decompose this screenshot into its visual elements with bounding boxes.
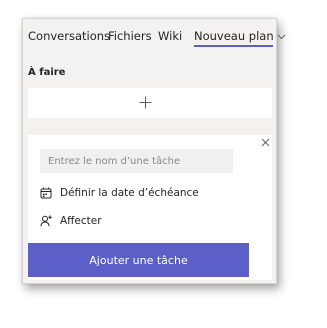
calendar-icon bbox=[40, 187, 52, 199]
task-name-input[interactable] bbox=[40, 149, 233, 173]
channel-tabs: Conversations Fichiers Wiki Nouveau plan bbox=[23, 19, 285, 47]
tab-new-plan[interactable]: Nouveau plan bbox=[194, 29, 286, 43]
tab-files[interactable]: Fichiers bbox=[108, 29, 152, 43]
add-task-submit-button[interactable]: Ajouter une tâche bbox=[28, 243, 249, 277]
tab-conversations[interactable]: Conversations bbox=[28, 29, 110, 43]
add-person-icon bbox=[40, 215, 52, 227]
assign-label: Affecter bbox=[60, 215, 102, 227]
close-icon[interactable] bbox=[261, 138, 270, 147]
set-due-date-label: Définir la date d’échéance bbox=[60, 187, 199, 199]
plus-icon bbox=[139, 96, 152, 109]
bucket-title: À faire bbox=[28, 67, 66, 78]
new-task-form: Définir la date d’échéance Affecter Ajou… bbox=[28, 135, 272, 280]
active-tab-indicator bbox=[194, 45, 273, 47]
set-due-date-button[interactable]: Définir la date d’échéance bbox=[40, 185, 199, 201]
planner-tab-window: Conversations Fichiers Wiki Nouveau plan… bbox=[22, 18, 285, 284]
assign-button[interactable]: Affecter bbox=[40, 213, 102, 229]
add-task-button[interactable] bbox=[28, 88, 272, 118]
tab-wiki[interactable]: Wiki bbox=[158, 29, 182, 43]
tab-new-plan-label: Nouveau plan bbox=[194, 29, 274, 43]
chevron-down-icon[interactable] bbox=[277, 34, 286, 40]
